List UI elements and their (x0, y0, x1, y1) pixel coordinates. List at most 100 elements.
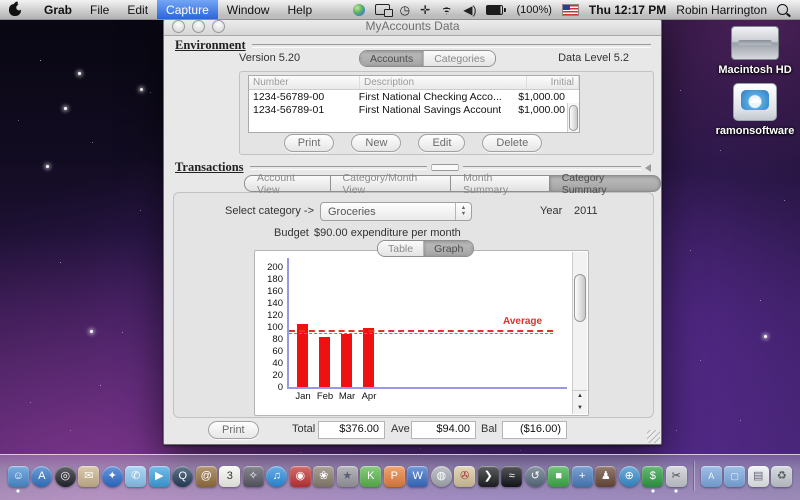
ave-field[interactable]: $94.00 (411, 421, 476, 439)
year-label: Year (540, 205, 563, 217)
dock-word-icon[interactable]: W (407, 465, 429, 487)
bal-label: Bal (481, 423, 497, 435)
dock-terminal-icon[interactable]: ❯ (477, 465, 499, 487)
tab-month-summary[interactable]: Month Summary (451, 172, 550, 196)
dock-app-store-icon[interactable]: A (31, 465, 53, 487)
column-initial[interactable]: Initial (527, 76, 579, 89)
select-category-label: Select category -> (225, 205, 314, 217)
dock-certificate-icon[interactable]: ✇ (454, 465, 476, 487)
y-axis-line (287, 258, 289, 388)
y-axis-tick: 20 (272, 370, 283, 381)
table-row[interactable]: 1234-56789-00 First National Checking Ac… (249, 90, 579, 103)
new-button[interactable]: New (351, 134, 402, 152)
tab-categories[interactable]: Categories (423, 51, 495, 66)
star (78, 72, 81, 75)
window-resize-grip[interactable] (647, 430, 660, 443)
dock-finder-icon[interactable]: ☺ (7, 465, 29, 493)
category-popup-menu[interactable]: Groceries ▲ ▼ (320, 202, 472, 221)
accessibility-icon[interactable]: ✛ (420, 4, 430, 16)
tab-category-month-view[interactable]: Category/Month View (330, 172, 452, 196)
volume-icon[interactable]: ◀) (463, 4, 476, 16)
column-description[interactable]: Description (360, 76, 527, 89)
dock-messenger-icon[interactable]: ◍ (430, 465, 452, 487)
dock-game-character-icon[interactable]: ♟ (595, 465, 617, 487)
displays-icon[interactable] (374, 4, 393, 17)
time-machine-icon[interactable]: ◷ (400, 4, 410, 16)
menu-capture[interactable]: Capture (157, 0, 218, 19)
network-globe-icon[interactable] (352, 3, 365, 16)
battery-icon[interactable] (486, 4, 507, 15)
dock-safari-icon[interactable]: ✦ (101, 465, 123, 487)
dock-iphoto-icon[interactable]: ❀ (313, 465, 335, 487)
star (90, 330, 93, 333)
dock-powerpoint-icon[interactable]: P (383, 465, 405, 487)
dock-facetime-icon[interactable]: ▶ (148, 465, 170, 487)
dock-grab-icon[interactable]: ✂ (665, 465, 687, 493)
transactions-tabs: Account View Category/Month View Month S… (244, 172, 662, 196)
budget-label: Budget (274, 227, 309, 239)
dock-applications-folder-icon[interactable]: A (700, 465, 722, 487)
dock-documents-folder-icon[interactable]: ▢ (724, 465, 746, 487)
dock-dashboard-icon[interactable]: ◎ (54, 465, 76, 487)
print-button[interactable]: Print (283, 134, 335, 152)
dock-dvd-player-icon[interactable]: ◉ (289, 465, 311, 487)
column-number[interactable]: Number (249, 76, 360, 89)
window-title: MyAccounts Data (365, 19, 460, 33)
menu-edit[interactable]: Edit (118, 0, 157, 19)
bal-field[interactable]: ($16.00) (502, 421, 567, 439)
scrollbar-arrows[interactable]: ▲ ▼ (573, 390, 587, 413)
dock-ical-icon[interactable]: 3 (219, 465, 241, 487)
dock-keynote-icon[interactable]: K (360, 465, 382, 487)
spotlight-icon[interactable] (777, 4, 788, 15)
menu-grab[interactable]: Grab (35, 0, 81, 19)
menu-file[interactable]: File (81, 0, 118, 19)
apple-menu-icon[interactable] (9, 3, 21, 16)
dock-activity-monitor-icon[interactable]: ≈ (501, 465, 523, 487)
input-language-flag-icon[interactable] (561, 3, 579, 16)
tab-graph-view[interactable]: Graph (423, 241, 474, 256)
chart-scrollbar[interactable]: ▲ ▼ (572, 252, 587, 414)
tab-accounts[interactable]: Accounts (360, 51, 424, 66)
tab-table-view[interactable]: Table (378, 241, 424, 256)
dock-xcode-icon[interactable]: + (571, 465, 593, 487)
dock-mail-icon[interactable]: ✉ (78, 465, 100, 487)
accounts-table-header[interactable]: Number Description Initial (249, 76, 579, 90)
print-graph-button[interactable]: Print (208, 421, 259, 439)
collapse-arrow-icon[interactable] (645, 163, 651, 172)
dock-quicktime-icon[interactable]: Q (172, 465, 194, 487)
desktop-icon-macintosh-hd[interactable]: Macintosh HD (715, 26, 795, 76)
table-scrollbar[interactable] (567, 103, 579, 132)
divider-line (251, 43, 651, 48)
dock-photo-booth-icon[interactable]: ✧ (242, 465, 264, 487)
dock-address-book-icon[interactable]: @ (195, 465, 217, 487)
dock-ichat-icon[interactable]: ✆ (125, 465, 147, 487)
wifi-icon[interactable] (440, 4, 454, 15)
delete-button[interactable]: Delete (482, 134, 543, 152)
user-menu[interactable]: Robin Harrington (676, 3, 767, 17)
scrollbar-thumb[interactable] (569, 105, 578, 131)
splitter-grip[interactable] (431, 164, 460, 171)
dock-itunes-icon[interactable]: ♫ (266, 465, 288, 487)
desktop-icon-ramonsoftware[interactable]: ramonsoftware (715, 83, 795, 137)
dock-time-machine-icon[interactable]: ↺ (524, 465, 546, 487)
popup-stepper-icon: ▲ ▼ (455, 203, 471, 220)
dock-trash-icon[interactable]: ♻ (771, 465, 793, 487)
edit-button[interactable]: Edit (418, 134, 466, 152)
accounts-table[interactable]: Number Description Initial 1234-56789-00… (248, 75, 580, 133)
dock-documents-stack-icon[interactable]: ▤ (747, 465, 769, 487)
dock-earth-app-icon[interactable]: ⊕ (618, 465, 640, 487)
scrollbar-thumb[interactable] (574, 274, 586, 322)
table-row[interactable]: 1234-56789-01 First National Savings Acc… (249, 103, 579, 116)
dock-separator (693, 461, 695, 491)
x-axis-line (287, 387, 567, 389)
menu-clock[interactable]: Thu 12:17 PM (589, 3, 666, 17)
tab-category-summary[interactable]: Category Summary (549, 172, 662, 196)
menu-help[interactable]: Help (278, 0, 321, 19)
menu-bar: Grab File Edit Capture Window Help ◷ ✛ ◀… (0, 0, 800, 20)
dock-green-cube-app-icon[interactable]: ■ (548, 465, 570, 487)
dock-cash-register-app-icon[interactable]: $ (642, 465, 664, 493)
total-field[interactable]: $376.00 (318, 421, 385, 439)
dock-imovie-icon[interactable]: ★ (336, 465, 358, 487)
menu-window[interactable]: Window (218, 0, 279, 19)
tab-account-view[interactable]: Account View (244, 172, 331, 196)
